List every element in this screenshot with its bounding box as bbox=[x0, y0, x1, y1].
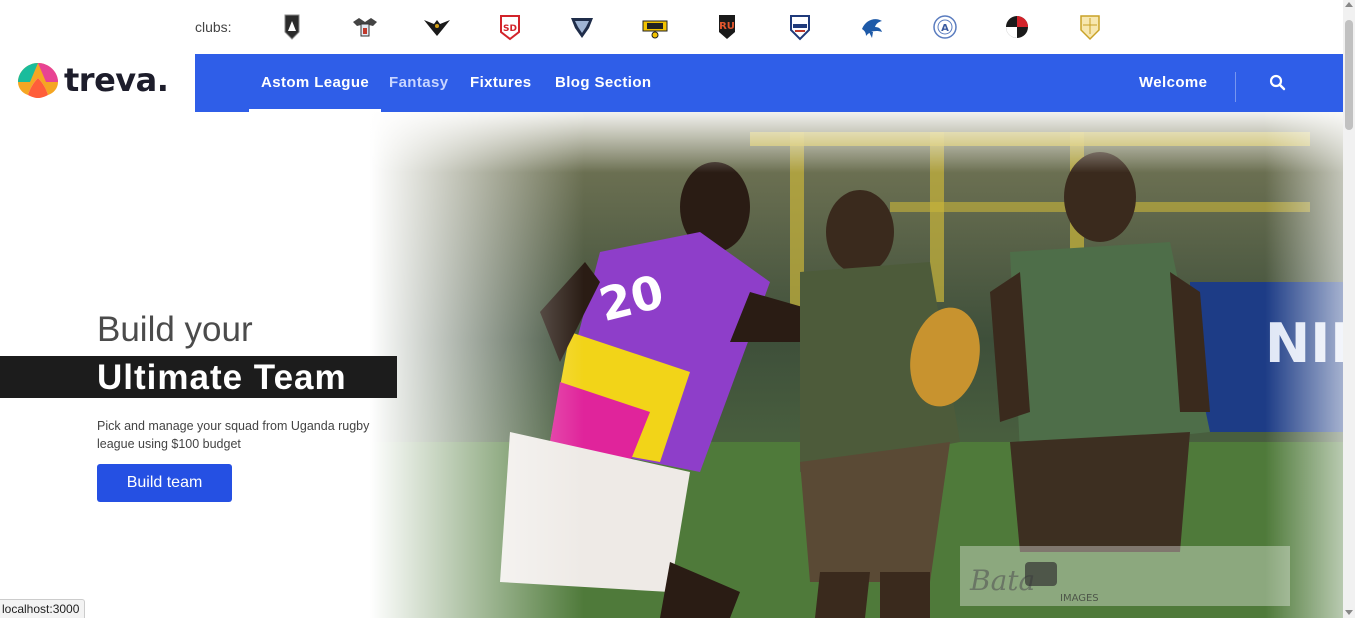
nav-astom-league[interactable]: Astom League bbox=[248, 54, 382, 112]
crest-gold-shield-icon bbox=[1079, 15, 1100, 41]
crest-circle-a-icon: A bbox=[932, 15, 957, 39]
nav-fantasy[interactable]: Fantasy bbox=[389, 54, 449, 112]
scroll-thumb[interactable] bbox=[1345, 20, 1353, 130]
crest-red-black-icon bbox=[1006, 16, 1028, 38]
hero-heading-line2: Ultimate Team bbox=[97, 358, 347, 397]
club-crest-11[interactable] bbox=[1000, 10, 1034, 44]
crest-legion-icon: SD bbox=[499, 15, 520, 41]
club-crest-8[interactable] bbox=[783, 10, 817, 44]
clubs-label: clubs: bbox=[195, 19, 232, 35]
brand-logo[interactable]: treva. bbox=[16, 60, 169, 100]
svg-text:SD: SD bbox=[503, 24, 517, 34]
club-crest-9[interactable] bbox=[855, 10, 889, 44]
scroll-up-arrow-icon[interactable] bbox=[1345, 2, 1353, 7]
hero-description: Pick and manage your squad from Uganda r… bbox=[97, 419, 370, 451]
hero-rugby-photo: NIL 20 bbox=[370, 112, 1343, 618]
crest-black-bird-icon bbox=[424, 20, 450, 36]
club-crest-12[interactable] bbox=[1073, 10, 1107, 44]
nav-welcome[interactable]: Welcome bbox=[1139, 54, 1207, 112]
club-crest-2[interactable] bbox=[348, 10, 382, 44]
club-crest-6[interactable] bbox=[638, 10, 672, 44]
clubs-bar: clubs: SD RU A bbox=[195, 0, 1343, 54]
browser-status-url: localhost:3000 bbox=[0, 599, 86, 618]
crest-ru-icon: RU bbox=[719, 15, 735, 39]
logo-text: treva. bbox=[64, 61, 169, 99]
svg-text:RU: RU bbox=[719, 21, 735, 32]
crest-yellow-banner-icon bbox=[642, 20, 667, 39]
crest-navy-shield-icon bbox=[571, 18, 593, 38]
crest-eagle-icon bbox=[352, 18, 377, 37]
club-crest-1[interactable] bbox=[275, 10, 309, 44]
search-icon[interactable] bbox=[1268, 73, 1288, 93]
crest-old-blue-icon bbox=[789, 15, 810, 41]
nav-blog-section[interactable]: Blog Section bbox=[555, 54, 651, 112]
treva-logo-icon bbox=[18, 63, 58, 98]
club-crest-4[interactable]: SD bbox=[493, 10, 527, 44]
page: clubs: SD RU A treva. Astom League Fanta… bbox=[0, 0, 1355, 618]
svg-text:A: A bbox=[941, 23, 949, 34]
club-crest-10[interactable]: A bbox=[928, 10, 962, 44]
hero-line1-text: Build your bbox=[97, 310, 253, 349]
scroll-down-arrow-icon[interactable] bbox=[1345, 610, 1353, 615]
crest-dark-shield-icon bbox=[284, 14, 300, 40]
main-nav: Astom League Fantasy Fixtures Blog Secti… bbox=[195, 54, 1343, 112]
build-team-button[interactable]: Build team bbox=[97, 464, 232, 502]
hero-heading-line1: Build your bbox=[97, 310, 253, 350]
page-scrollbar[interactable] bbox=[1343, 0, 1355, 618]
club-crest-7[interactable]: RU bbox=[710, 10, 744, 44]
nav-fixtures[interactable]: Fixtures bbox=[470, 54, 532, 112]
club-crest-3[interactable] bbox=[420, 10, 454, 44]
crest-shark-icon bbox=[862, 19, 882, 38]
club-crest-5[interactable] bbox=[565, 10, 599, 44]
nav-divider bbox=[1235, 72, 1236, 102]
